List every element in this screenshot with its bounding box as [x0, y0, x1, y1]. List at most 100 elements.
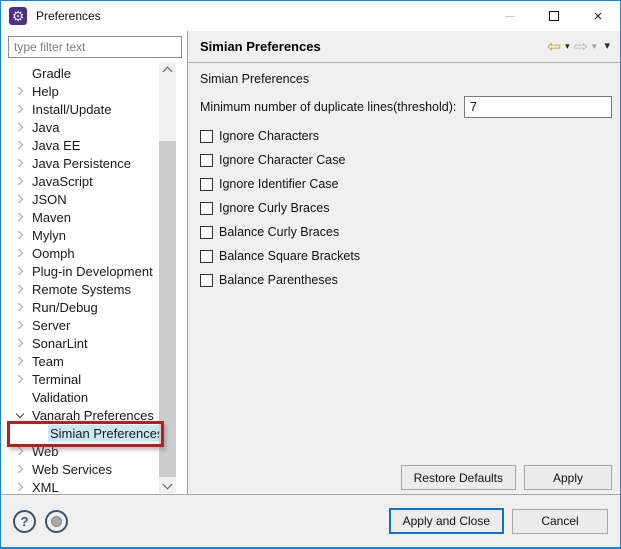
maximize-icon — [549, 11, 559, 21]
help-icon: ? — [21, 515, 29, 528]
chevron-collapsed-icon[interactable] — [13, 304, 27, 310]
close-button[interactable]: × — [576, 1, 620, 31]
tree-item-label: Java EE — [32, 138, 80, 153]
maximize-button[interactable] — [532, 1, 576, 31]
checkbox-icon[interactable] — [200, 178, 213, 191]
checkbox-icon[interactable] — [200, 226, 213, 239]
back-icon[interactable]: ⇦ — [547, 38, 561, 55]
chevron-collapsed-icon[interactable] — [13, 160, 27, 166]
checkbox-row-ignore-identifier-case[interactable]: Ignore Identifier Case — [200, 172, 612, 196]
tree-item-label: Gradle — [32, 66, 71, 81]
tree-item-label: Remote Systems — [32, 282, 131, 297]
record-icon — [51, 516, 62, 527]
tree-item-label: JSON — [32, 192, 67, 207]
checkbox-row-ignore-curly-braces[interactable]: Ignore Curly Braces — [200, 196, 612, 220]
chevron-collapsed-icon[interactable] — [13, 142, 27, 148]
checkbox-label: Balance Curly Braces — [219, 225, 339, 239]
checkbox-icon[interactable] — [200, 154, 213, 167]
tree-item-label: Terminal — [32, 372, 81, 387]
window-title: Preferences — [36, 9, 101, 23]
checkbox-icon[interactable] — [200, 274, 213, 287]
checkbox-label: Balance Square Brackets — [219, 249, 360, 263]
tree-item-label: Vanarah Preferences — [32, 408, 154, 423]
help-button[interactable]: ? — [13, 510, 36, 533]
chevron-collapsed-icon[interactable] — [13, 196, 27, 202]
dialog-button-bar: ? Apply and Close Cancel — [1, 494, 620, 547]
filter-input[interactable] — [8, 36, 182, 58]
chevron-collapsed-icon[interactable] — [13, 466, 27, 472]
section-label: Simian Preferences — [200, 72, 612, 88]
chevron-collapsed-icon[interactable] — [13, 358, 27, 364]
threshold-row: Minimum number of duplicate lines(thresh… — [200, 95, 612, 119]
tree-item-label: Java Persistence — [32, 156, 131, 171]
threshold-input[interactable] — [464, 96, 612, 118]
checkbox-icon[interactable] — [200, 202, 213, 215]
chevron-collapsed-icon[interactable] — [13, 88, 27, 94]
checkbox-label: Ignore Identifier Case — [219, 177, 339, 191]
checkbox-icon[interactable] — [200, 130, 213, 143]
chevron-expanded-icon[interactable] — [13, 411, 27, 419]
tree-item-label: Server — [32, 318, 70, 333]
checkbox-row-balance-curly-braces[interactable]: Balance Curly Braces — [200, 220, 612, 244]
view-menu-icon[interactable]: ▾ — [604, 41, 610, 52]
tree-item-label: Oomph — [32, 246, 75, 261]
chevron-collapsed-icon[interactable] — [13, 484, 27, 490]
tree-item-label: Team — [32, 354, 64, 369]
chevron-collapsed-icon[interactable] — [13, 178, 27, 184]
close-icon: × — [594, 9, 603, 24]
checkbox-label: Ignore Characters — [219, 129, 319, 143]
chevron-collapsed-icon[interactable] — [13, 322, 27, 328]
checkbox-row-balance-parentheses[interactable]: Balance Parentheses — [200, 268, 612, 292]
chevron-collapsed-icon[interactable] — [13, 268, 27, 274]
scrollbar-up-icon[interactable] — [159, 63, 176, 77]
chevron-collapsed-icon[interactable] — [13, 106, 27, 112]
chevron-collapsed-icon[interactable] — [13, 340, 27, 346]
tree-item-label: Web — [32, 444, 59, 459]
chevron-collapsed-icon[interactable] — [13, 286, 27, 292]
preference-recorder-button[interactable] — [45, 510, 68, 533]
eclipse-preferences-icon: ⚙ — [9, 7, 27, 25]
tree-item-label: JavaScript — [32, 174, 93, 189]
chevron-collapsed-icon[interactable] — [13, 124, 27, 130]
main-area: GradleHelpInstall/UpdateJavaJava EEJava … — [1, 31, 620, 494]
checkbox-label: Ignore Curly Braces — [219, 201, 329, 215]
checkbox-icon[interactable] — [200, 250, 213, 263]
apply-and-close-button[interactable]: Apply and Close — [389, 508, 504, 534]
checkbox-row-balance-square-brackets[interactable]: Balance Square Brackets — [200, 244, 612, 268]
threshold-label: Minimum number of duplicate lines(thresh… — [200, 100, 456, 114]
checkbox-label: Balance Parentheses — [219, 273, 338, 287]
tree-item-label: Install/Update — [32, 102, 112, 117]
page-header: Simian Preferences ⇦ ▾ ⇨ ▾ ▾ — [188, 31, 620, 63]
checkbox-row-ignore-characters[interactable]: Ignore Characters — [200, 124, 612, 148]
tree-item-label: Maven — [32, 210, 71, 225]
tree-scrollbar[interactable] — [159, 63, 176, 493]
scrollbar-thumb[interactable] — [159, 141, 176, 477]
chevron-collapsed-icon[interactable] — [13, 214, 27, 220]
sidebar: GradleHelpInstall/UpdateJavaJava EEJava … — [1, 31, 188, 494]
dialog-buttons: Apply and Close Cancel — [389, 508, 608, 534]
preferences-dialog: ⚙ Preferences × GradleHelpInstall/Update… — [0, 0, 621, 549]
window-controls: × — [488, 1, 620, 31]
restore-defaults-button[interactable]: Restore Defaults — [401, 465, 516, 490]
history-nav: ⇦ ▾ ⇨ ▾ ▾ — [547, 38, 610, 55]
page-content: Simian Preferences Minimum number of dup… — [188, 63, 620, 494]
chevron-collapsed-icon[interactable] — [13, 376, 27, 382]
scrollbar-down-icon[interactable] — [159, 479, 176, 493]
chevron-collapsed-icon[interactable] — [13, 448, 27, 454]
back-dropdown-icon[interactable]: ▾ — [565, 42, 570, 51]
tree-item-label: Simian Preferences — [48, 425, 167, 442]
tree-item-label: Java — [32, 120, 59, 135]
checkbox-row-ignore-character-case[interactable]: Ignore Character Case — [200, 148, 612, 172]
chevron-collapsed-icon[interactable] — [13, 232, 27, 238]
tree-item-label: Mylyn — [32, 228, 66, 243]
cancel-button[interactable]: Cancel — [512, 509, 608, 534]
chevron-collapsed-icon[interactable] — [13, 250, 27, 256]
checkbox-label: Ignore Character Case — [219, 153, 345, 167]
minimize-button — [488, 1, 532, 31]
apply-button[interactable]: Apply — [524, 465, 612, 490]
tree-item-label: SonarLint — [32, 336, 88, 351]
tree-item-label: Plug-in Development — [32, 264, 153, 279]
tree-item-label: Web Services — [32, 462, 112, 477]
page-title: Simian Preferences — [200, 39, 321, 54]
page-button-bar: Restore Defaults Apply — [401, 465, 612, 490]
